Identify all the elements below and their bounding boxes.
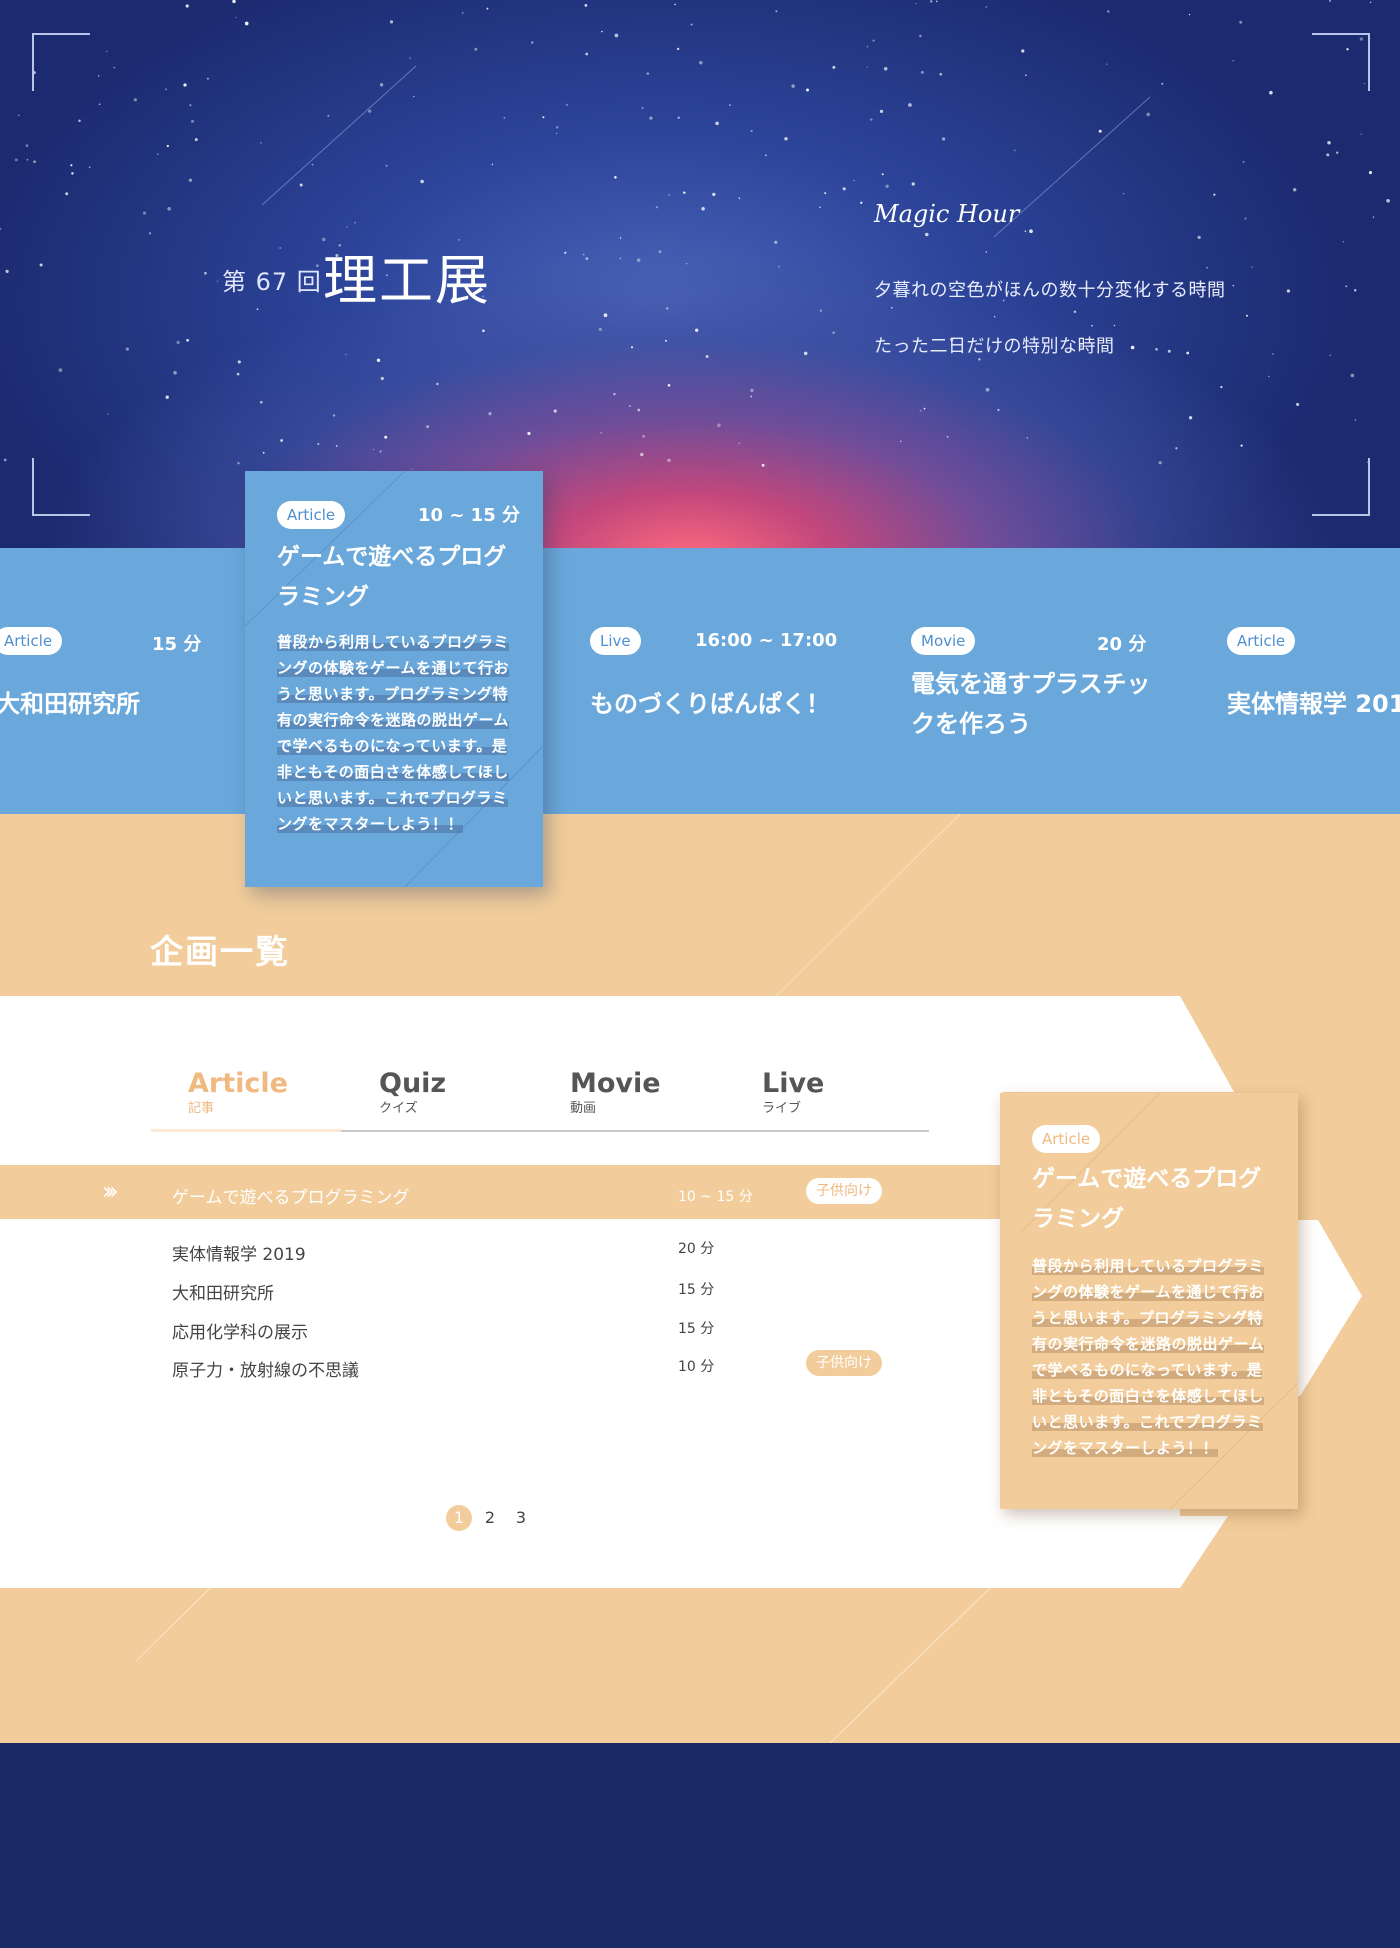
tab-sublabel: 記事 <box>188 1101 215 1116</box>
tab-label: Live <box>762 1068 825 1099</box>
event-title: ゲームで遊べるプログラミング <box>1032 1166 1262 1232</box>
tab-label: Movie <box>570 1068 661 1099</box>
type-pill: Article <box>1032 1125 1101 1153</box>
active-tab-indicator <box>151 1129 341 1132</box>
kids-badge: 子供向け <box>806 1350 882 1376</box>
page-3-button[interactable]: 3 <box>508 1505 534 1531</box>
row-duration: 20 分 <box>678 1241 715 1257</box>
event-description: 普段から利用しているプログラミングの体験をゲームを通じて行おうと思います。プログ… <box>1032 1253 1272 1461</box>
tab-sublabel: 動画 <box>570 1101 597 1116</box>
description-text: 普段から利用しているプログラミングの体験をゲームを通じて行おうと思います。プログ… <box>1032 1257 1265 1457</box>
kids-badge: 子供向け <box>806 1178 882 1204</box>
page-2-button[interactable]: 2 <box>477 1505 503 1531</box>
row-title: 原子力・放射線の不思議 <box>172 1361 359 1381</box>
row-title: 実体情報学 2019 <box>172 1245 306 1265</box>
chevrons-right-icon: ››› <box>102 1177 119 1205</box>
page-1-button[interactable]: 1 <box>446 1505 472 1531</box>
section-heading: 企画一覧 <box>150 932 290 971</box>
tab-sublabel: クイズ <box>379 1101 418 1116</box>
row-duration: 10 ~ 15 分 <box>678 1189 753 1205</box>
row-duration: 15 分 <box>678 1321 715 1337</box>
tab-live[interactable]: Live ライブ <box>762 1068 942 1116</box>
section-decor-lines <box>135 813 991 1744</box>
tab-label: Quiz <box>379 1068 447 1099</box>
event-detail-card[interactable]: Article ゲームで遊べるプログラミング 普段から利用しているプログラミング… <box>1000 1093 1298 1509</box>
tab-article[interactable]: Article 記事 <box>188 1068 368 1116</box>
footer <box>0 1743 1400 1948</box>
tab-sublabel: ライブ <box>762 1101 802 1116</box>
tab-movie[interactable]: Movie 動画 <box>570 1068 750 1116</box>
row-duration: 10 分 <box>678 1359 715 1375</box>
tab-quiz[interactable]: Quiz クイズ <box>379 1068 559 1116</box>
tab-label: Article <box>188 1068 288 1099</box>
row-duration: 15 分 <box>678 1282 715 1298</box>
row-title: 応用化学科の展示 <box>172 1323 308 1343</box>
row-title: ゲームで遊べるプログラミング <box>172 1188 410 1208</box>
row-title: 大和田研究所 <box>172 1284 274 1304</box>
